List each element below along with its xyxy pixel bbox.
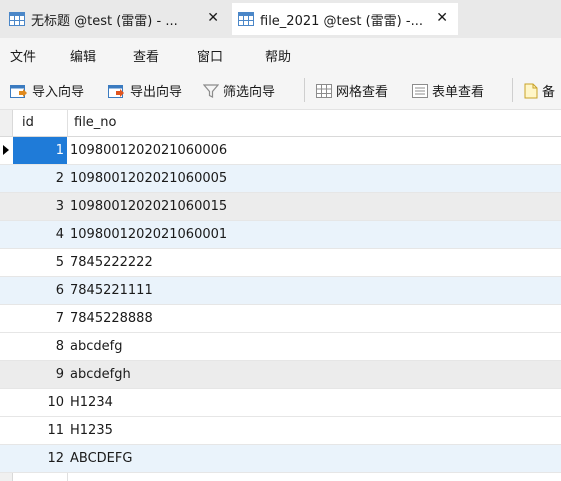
filter-wizard-label: 筛选向导 <box>223 85 276 100</box>
current-row-arrow-icon <box>3 145 9 155</box>
table-row[interactable]: 5 7845222222 <box>0 249 561 277</box>
data-grid: id file_no 1 1098001202021060006 2 10980… <box>0 110 561 481</box>
table-row[interactable]: 11 H1235 <box>0 417 561 445</box>
menu-view[interactable]: 查看 <box>133 46 159 65</box>
form-view-label: 表单查看 <box>432 85 485 100</box>
close-icon[interactable]: ✕ <box>436 10 448 26</box>
table-row[interactable]: 8 abcdefg <box>0 333 561 361</box>
toolbar: 导入向导 导出向导 筛选向导 网格查看 表单查看 备 <box>0 70 561 110</box>
grid-header: id file_no <box>0 110 561 137</box>
memo-label: 备 <box>542 85 556 100</box>
tab-bar: 无标题 @test (雷雷) - ... ✕ file_2021 @test (… <box>0 0 561 38</box>
cell-file-no[interactable]: 7845222222 <box>70 249 153 276</box>
grid-view-label: 网格查看 <box>336 85 389 100</box>
filter-icon <box>203 83 219 98</box>
table-icon <box>238 12 254 26</box>
tab-label: file_2021 @test (雷雷) -... <box>260 13 423 29</box>
form-icon <box>412 83 428 98</box>
menu-edit[interactable]: 编辑 <box>70 46 96 65</box>
cell-id[interactable]: 7 <box>13 305 67 332</box>
table-row[interactable]: 1 1098001202021060006 <box>0 137 561 165</box>
table-row[interactable]: 3 1098001202021060015 <box>0 193 561 221</box>
import-wizard-label: 导入向导 <box>32 85 85 100</box>
menu-help[interactable]: 帮助 <box>265 46 291 65</box>
cell-id[interactable]: 9 <box>13 361 67 388</box>
cell-id[interactable]: 10 <box>13 389 67 416</box>
toolbar-separator <box>304 78 305 102</box>
cell-id[interactable]: 1 <box>13 137 67 164</box>
export-wizard-button[interactable]: 导出向导 <box>108 81 182 100</box>
cell-file-no[interactable]: abcdefgh <box>70 361 131 388</box>
filter-wizard-button[interactable]: 筛选向导 <box>203 81 275 100</box>
cell-id[interactable]: 5 <box>13 249 67 276</box>
cell-file-no[interactable]: 1098001202021060005 <box>70 165 227 192</box>
cell-file-no[interactable]: 1098001202021060001 <box>70 221 227 248</box>
cell-id[interactable]: 11 <box>13 417 67 444</box>
cell-file-no[interactable]: abcdefg <box>70 333 122 360</box>
cell-file-no[interactable]: ABCDEFG <box>70 445 132 472</box>
table-row[interactable]: 6 7845221111 <box>0 277 561 305</box>
table-row[interactable]: 9 abcdefgh <box>0 361 561 389</box>
table-row[interactable]: 7 7845228888 <box>0 305 561 333</box>
tab-untitled-query[interactable]: 无标题 @test (雷雷) - ... ✕ <box>3 3 229 35</box>
tab-label: 无标题 @test (雷雷) - ... <box>31 13 178 29</box>
menu-window[interactable]: 窗口 <box>197 46 223 65</box>
form-view-button[interactable]: 表单查看 <box>412 81 484 100</box>
table-row[interactable]: 2 1098001202021060005 <box>0 165 561 193</box>
export-icon <box>108 84 124 98</box>
menu-file[interactable]: 文件 <box>10 46 36 65</box>
import-wizard-button[interactable]: 导入向导 <box>10 81 84 100</box>
cell-id[interactable]: 4 <box>13 221 67 248</box>
table-icon <box>9 12 25 26</box>
export-wizard-label: 导出向导 <box>130 85 183 100</box>
cell-id[interactable]: 2 <box>13 165 67 192</box>
table-row[interactable]: 12 ABCDEFG <box>0 445 561 473</box>
cell-file-no[interactable]: 7845221111 <box>70 277 153 304</box>
cell-id[interactable]: 3 <box>13 193 67 220</box>
cell-file-no[interactable]: 7845228888 <box>70 305 153 332</box>
grid-icon <box>316 83 332 98</box>
table-row[interactable]: 10 H1234 <box>0 389 561 417</box>
import-icon <box>10 84 27 98</box>
column-header-file-no[interactable]: file_no <box>74 115 117 130</box>
cell-id[interactable]: 12 <box>13 445 67 472</box>
cell-id[interactable]: 6 <box>13 277 67 304</box>
menu-bar: 文件 编辑 查看 窗口 帮助 <box>0 38 561 70</box>
memo-button[interactable]: 备 <box>524 81 555 100</box>
cell-id[interactable]: 8 <box>13 333 67 360</box>
memo-icon <box>524 83 538 98</box>
cell-file-no[interactable]: 1098001202021060006 <box>70 137 227 164</box>
cell-file-no[interactable]: H1235 <box>70 417 113 444</box>
table-row[interactable]: 4 1098001202021060001 <box>0 221 561 249</box>
cell-file-no[interactable]: H1234 <box>70 389 113 416</box>
column-header-id[interactable]: id <box>22 115 34 130</box>
tab-file-2021[interactable]: file_2021 @test (雷雷) -... ✕ <box>232 3 458 35</box>
close-icon[interactable]: ✕ <box>207 10 219 26</box>
toolbar-separator <box>512 78 513 102</box>
cell-file-no[interactable]: 1098001202021060015 <box>70 193 227 220</box>
grid-view-button[interactable]: 网格查看 <box>316 81 388 100</box>
